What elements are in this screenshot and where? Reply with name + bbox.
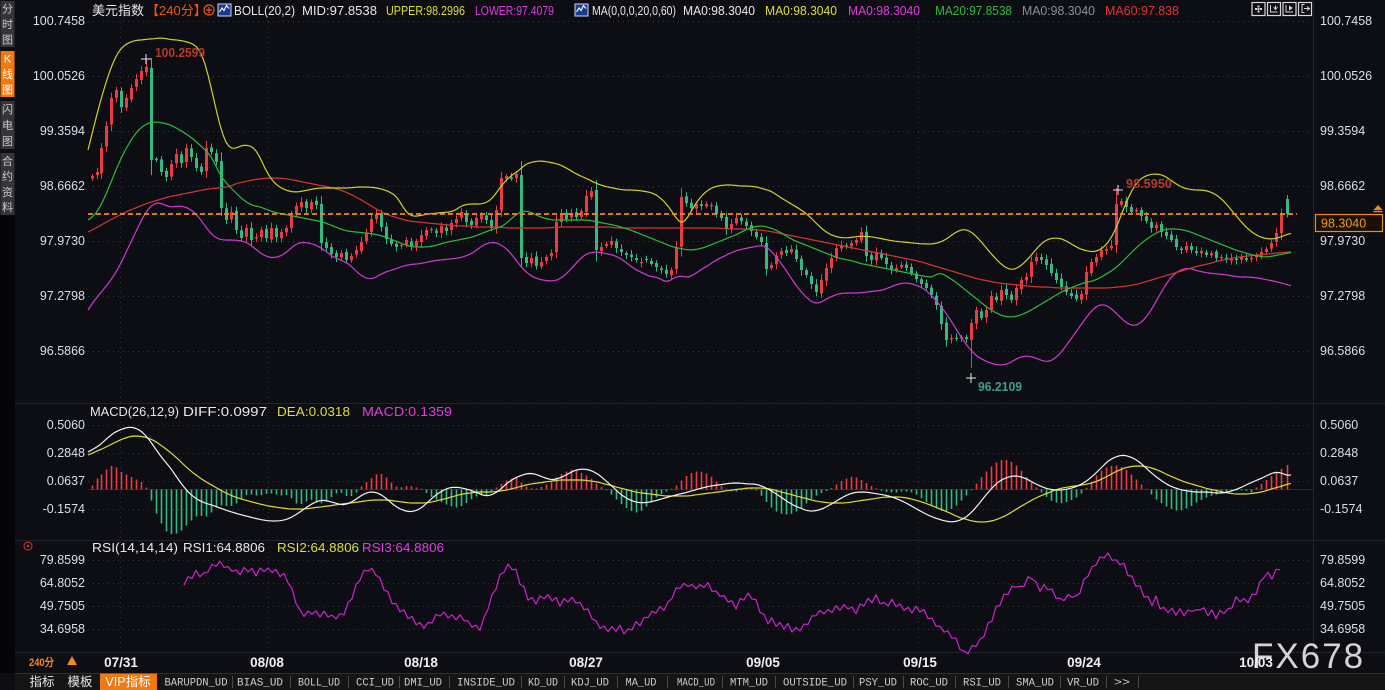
svg-text:KDJ_UD: KDJ_UD xyxy=(571,678,609,690)
svg-text:BOLL_UD: BOLL_UD xyxy=(298,678,340,690)
svg-text:MA_UD: MA_UD xyxy=(626,678,657,690)
svg-text:分: 分 xyxy=(2,3,13,16)
svg-text:图: 图 xyxy=(2,33,13,46)
svg-text:98.6662: 98.6662 xyxy=(1320,179,1365,193)
svg-text:MA(0,0,0,20,0,60): MA(0,0,0,20,0,60) xyxy=(592,4,676,18)
svg-text:【240分】: 【240分】 xyxy=(146,3,207,18)
svg-text:图: 图 xyxy=(2,135,13,148)
svg-text:BIAS_UD: BIAS_UD xyxy=(237,678,283,690)
svg-text:09/05: 09/05 xyxy=(746,655,780,670)
svg-text:0.0637: 0.0637 xyxy=(47,474,85,488)
svg-text:97.9730: 97.9730 xyxy=(1320,234,1365,248)
svg-text:MTM_UD: MTM_UD xyxy=(730,678,768,690)
svg-text:99.3594: 99.3594 xyxy=(1320,124,1365,138)
svg-text:MACD_UD: MACD_UD xyxy=(677,678,715,690)
svg-text:LOWER:97.4079: LOWER:97.4079 xyxy=(475,4,554,18)
svg-text:MA0:98.3040: MA0:98.3040 xyxy=(1022,4,1095,18)
svg-text:VIP指标: VIP指标 xyxy=(105,674,150,689)
svg-text:97.2798: 97.2798 xyxy=(1320,289,1365,303)
svg-text:INSIDE_UD: INSIDE_UD xyxy=(457,678,515,690)
svg-text:08/27: 08/27 xyxy=(569,655,603,670)
svg-text:96.5866: 96.5866 xyxy=(40,344,85,358)
svg-text:VR_UD: VR_UD xyxy=(1067,678,1099,690)
svg-text:图: 图 xyxy=(2,83,13,96)
svg-text:闪: 闪 xyxy=(2,102,13,116)
svg-text:96.2109: 96.2109 xyxy=(978,379,1022,394)
svg-text:料: 料 xyxy=(2,200,13,214)
svg-text:64.8052: 64.8052 xyxy=(40,576,85,590)
svg-text:美元指数: 美元指数 xyxy=(92,3,144,18)
svg-text:MACD:0.1359: MACD:0.1359 xyxy=(362,405,452,419)
svg-text:电: 电 xyxy=(2,119,13,132)
svg-text:RSI1:64.8806: RSI1:64.8806 xyxy=(183,541,265,555)
svg-text:100.7458: 100.7458 xyxy=(33,14,85,28)
svg-text:99.3594: 99.3594 xyxy=(40,124,85,138)
svg-text:SMA_UD: SMA_UD xyxy=(1016,678,1054,690)
svg-text:MA0:98.3040: MA0:98.3040 xyxy=(765,4,837,18)
svg-text:100.2599: 100.2599 xyxy=(155,45,205,60)
svg-text:97.9730: 97.9730 xyxy=(40,234,85,248)
svg-text:08/08: 08/08 xyxy=(250,655,284,670)
svg-text:-0.1574: -0.1574 xyxy=(43,502,85,516)
svg-text:49.7505: 49.7505 xyxy=(1320,599,1365,613)
svg-text:RSI3:64.8806: RSI3:64.8806 xyxy=(362,541,444,555)
svg-text:RSI(14,14,14): RSI(14,14,14) xyxy=(92,541,178,555)
svg-text:0.5060: 0.5060 xyxy=(1320,418,1358,432)
svg-text:ROC_UD: ROC_UD xyxy=(910,678,948,690)
svg-text:RSI_UD: RSI_UD xyxy=(963,678,1001,690)
svg-text:0.2848: 0.2848 xyxy=(47,446,85,460)
svg-text:MA0:98.3040: MA0:98.3040 xyxy=(683,4,755,18)
svg-text:10/03: 10/03 xyxy=(1239,655,1273,670)
svg-text:MACD(26,12,9): MACD(26,12,9) xyxy=(90,405,179,419)
svg-text:79.8599: 79.8599 xyxy=(40,553,85,567)
svg-text:DIFF:0.0997: DIFF:0.0997 xyxy=(183,405,267,419)
svg-text:0.0637: 0.0637 xyxy=(1320,474,1358,488)
svg-text:CCI_UD: CCI_UD xyxy=(356,678,394,690)
svg-text:BARUPDN_UD: BARUPDN_UD xyxy=(165,678,228,690)
svg-text:79.8599: 79.8599 xyxy=(1320,553,1365,567)
svg-text:49.7505: 49.7505 xyxy=(40,599,85,613)
svg-text:09/15: 09/15 xyxy=(903,655,937,670)
svg-text:240分: 240分 xyxy=(29,655,54,669)
svg-text:0.5060: 0.5060 xyxy=(47,418,85,432)
svg-text:MA0:98.3040: MA0:98.3040 xyxy=(848,4,920,18)
svg-text:资: 资 xyxy=(2,186,13,199)
svg-text:MA20:97.8538: MA20:97.8538 xyxy=(935,4,1012,18)
svg-text:UPPER:98.2996: UPPER:98.2996 xyxy=(386,4,465,18)
svg-text:64.8052: 64.8052 xyxy=(1320,576,1365,590)
svg-text:时: 时 xyxy=(2,18,13,31)
svg-text:34.6958: 34.6958 xyxy=(1320,622,1365,636)
svg-text:线: 线 xyxy=(2,67,13,81)
svg-text:K: K xyxy=(4,54,12,66)
svg-text:DMI_UD: DMI_UD xyxy=(404,678,442,690)
svg-text:BOLL(20,2): BOLL(20,2) xyxy=(234,4,295,18)
svg-text:RSI2:64.8806: RSI2:64.8806 xyxy=(277,541,359,555)
svg-text:指标: 指标 xyxy=(29,674,54,689)
svg-text:DEA:0.0318: DEA:0.0318 xyxy=(277,405,350,419)
svg-text:98.6662: 98.6662 xyxy=(40,179,85,193)
svg-text:合: 合 xyxy=(2,154,13,168)
svg-text:100.7458: 100.7458 xyxy=(1320,14,1372,28)
svg-text:08/18: 08/18 xyxy=(404,655,438,670)
svg-text:07/31: 07/31 xyxy=(104,655,138,670)
svg-text:98.3040: 98.3040 xyxy=(1321,217,1366,231)
svg-text:100.0526: 100.0526 xyxy=(1320,69,1372,83)
svg-text:09/24: 09/24 xyxy=(1067,655,1101,670)
svg-text:>>: >> xyxy=(1114,678,1130,690)
svg-text:MA60:97.838: MA60:97.838 xyxy=(1105,4,1179,18)
svg-text:0.2848: 0.2848 xyxy=(1320,446,1358,460)
svg-text:-0.1574: -0.1574 xyxy=(1320,502,1362,516)
svg-text:97.2798: 97.2798 xyxy=(40,289,85,303)
svg-text:OUTSIDE_UD: OUTSIDE_UD xyxy=(783,678,847,690)
svg-text:34.6958: 34.6958 xyxy=(40,622,85,636)
svg-text:MID:97.8538: MID:97.8538 xyxy=(302,4,377,18)
svg-text:KD_UD: KD_UD xyxy=(528,678,558,690)
svg-text:约: 约 xyxy=(2,170,13,183)
svg-text:98.5950: 98.5950 xyxy=(1126,176,1172,191)
svg-text:PSY_UD: PSY_UD xyxy=(859,678,897,690)
svg-text:96.5866: 96.5866 xyxy=(1320,344,1365,358)
svg-text:模板: 模板 xyxy=(67,675,93,689)
svg-text:100.0526: 100.0526 xyxy=(33,69,85,83)
